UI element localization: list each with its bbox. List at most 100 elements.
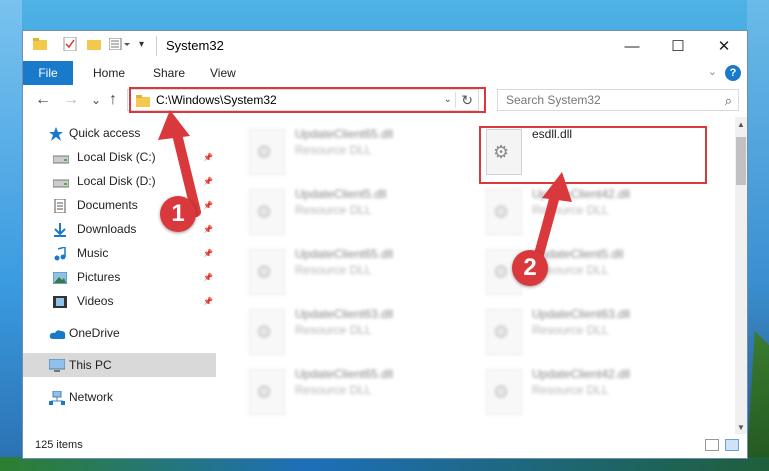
sidebar-item-onedrive[interactable]: OneDrive — [23, 321, 216, 345]
file-explorer-window: ▾ System32 — ☐ ✕ File Home Share View ⌄ … — [22, 30, 748, 459]
sidebar-item-pictures[interactable]: Pictures 📌 — [23, 265, 216, 289]
close-button[interactable]: ✕ — [701, 31, 747, 61]
maximize-button[interactable]: ☐ — [655, 31, 701, 61]
tab-share[interactable]: Share — [153, 66, 185, 80]
sidebar-item-local-disk-c[interactable]: Local Disk (C:) 📌 — [23, 145, 216, 169]
item-count: 125 items — [35, 439, 83, 451]
sidebar-item-label: Downloads — [77, 222, 137, 236]
minimize-button[interactable]: — — [609, 31, 655, 61]
pictures-icon — [52, 271, 68, 285]
folder-icon — [33, 37, 47, 55]
sidebar-item-label: Pictures — [77, 270, 121, 284]
sidebar-item-label: Quick access — [69, 126, 141, 140]
sidebar-item-label: Videos — [77, 294, 114, 308]
recent-locations-button[interactable]: ⌄ — [91, 93, 101, 107]
file-type: Resource DLL — [295, 143, 372, 157]
dll-file-icon: ⚙ — [486, 189, 522, 235]
pin-icon: 📌 — [203, 296, 213, 306]
window-title: System32 — [166, 38, 224, 53]
file-item[interactable]: ⚙ UpdateClient65.dll Resource DLL — [249, 365, 469, 423]
gear-icon: ⚙ — [256, 382, 273, 402]
status-bar: 125 items — [23, 434, 747, 458]
gear-icon: ⚙ — [256, 322, 273, 342]
dll-file-icon: ⚙ — [249, 249, 285, 295]
pin-icon: 📌 — [203, 176, 213, 186]
gear-icon: ⚙ — [256, 142, 273, 162]
new-folder-icon[interactable] — [87, 37, 101, 55]
gear-icon: ⚙ — [493, 262, 510, 282]
scroll-up-icon[interactable]: ▲ — [735, 117, 747, 131]
file-name: UpdateClient5.dll — [295, 187, 387, 201]
dll-file-icon: ⚙ — [486, 369, 522, 415]
sidebar-item-music[interactable]: Music 📌 — [23, 241, 216, 265]
sidebar-item-label: This PC — [69, 358, 112, 372]
sidebar-item-quick-access[interactable]: Quick access — [23, 121, 216, 145]
file-type: Resource DLL — [532, 203, 609, 217]
file-item[interactable]: ⚙ UpdateClient63.dll Resource DLL — [249, 305, 469, 363]
vertical-scrollbar[interactable]: ▲ ▼ — [735, 117, 747, 434]
tab-home[interactable]: Home — [93, 66, 125, 80]
file-item[interactable]: ⚙ UpdateClient5.dll Resource DLL — [249, 185, 469, 243]
up-button[interactable]: ↑ — [109, 91, 117, 109]
file-item[interactable]: ⚙ UpdateClient42.dll Resource DLL — [486, 365, 706, 423]
gear-icon: ⚙ — [493, 382, 510, 402]
sidebar-item-local-disk-d[interactable]: Local Disk (D:) 📌 — [23, 169, 216, 193]
dll-file-icon: ⚙ — [249, 189, 285, 235]
pin-icon: 📌 — [203, 224, 213, 234]
scroll-down-icon[interactable]: ▼ — [735, 420, 747, 434]
file-item[interactable]: ⚙ UpdateClient42.dll Resource DLL — [486, 185, 706, 243]
sidebar-item-network[interactable]: Network — [23, 385, 216, 409]
sidebar-item-label: Network — [69, 390, 114, 404]
address-bar-highlight — [129, 87, 486, 113]
file-name: UpdateClient65.dll — [295, 127, 394, 141]
dll-file-icon: ⚙ — [249, 369, 285, 415]
drive-icon — [52, 175, 70, 188]
title-divider — [156, 36, 157, 56]
file-name: UpdateClient63.dll — [532, 307, 631, 321]
computer-icon — [48, 358, 66, 372]
step-2-marker: 2 — [512, 250, 548, 286]
videos-icon — [53, 295, 67, 308]
search-placeholder: Search System32 — [506, 93, 601, 107]
tab-view[interactable]: View — [210, 66, 236, 80]
file-name: UpdateClient42.dll — [532, 367, 631, 381]
sidebar-item-label: Local Disk (D:) — [77, 174, 156, 188]
sidebar-item-label: OneDrive — [69, 326, 120, 340]
desktop-background-bottom — [0, 457, 769, 471]
file-name: UpdateClient42.dll — [532, 187, 631, 201]
expand-ribbon-chevron-icon[interactable]: ⌄ — [708, 65, 717, 78]
star-icon — [49, 127, 63, 141]
file-item[interactable]: ⚙ UpdateClient65.dll Resource DLL — [249, 245, 469, 303]
dll-file-icon: ⚙ — [249, 129, 285, 175]
file-item[interactable]: ⚙ UpdateClient63.dll Resource DLL — [486, 305, 706, 363]
sidebar-item-this-pc[interactable]: This PC — [23, 353, 216, 377]
details-view-icon[interactable] — [705, 439, 719, 451]
pin-icon: 📌 — [203, 272, 213, 282]
pin-icon: 📌 — [203, 200, 213, 210]
file-item[interactable]: ⚙ UpdateClient65.dll Resource DLL — [249, 125, 469, 183]
drive-icon — [52, 151, 70, 164]
scroll-thumb[interactable] — [736, 137, 746, 185]
tab-file[interactable]: File — [23, 61, 73, 85]
quick-access-dropdown-icon[interactable]: ▾ — [139, 39, 144, 50]
documents-icon — [53, 198, 67, 214]
ribbon: File Home Share View ⌄ ? — [23, 61, 747, 86]
search-input[interactable]: Search System32 ⌕ — [497, 89, 739, 111]
desktop-background-left — [0, 0, 22, 471]
large-icons-view-icon[interactable] — [725, 439, 739, 451]
properties-icon[interactable] — [63, 36, 77, 56]
navigation-pane: Quick access Local Disk (C:) 📌 Local Disk (… — [23, 121, 216, 431]
file-name: UpdateClient65.dll — [295, 367, 394, 381]
forward-button[interactable]: → — [63, 91, 79, 109]
network-icon — [49, 390, 65, 405]
pin-icon: 📌 — [203, 152, 213, 162]
title-bar: ▾ System32 — ☐ ✕ — [23, 31, 747, 61]
file-type: Resource DLL — [532, 323, 609, 337]
back-button[interactable]: ← — [35, 91, 51, 109]
customize-toolbar-icon[interactable] — [108, 37, 131, 55]
sidebar-item-videos[interactable]: Videos 📌 — [23, 289, 216, 313]
help-button[interactable]: ? — [725, 65, 741, 81]
music-icon — [53, 246, 67, 261]
esdll-file-highlight — [479, 126, 707, 184]
file-type: Resource DLL — [295, 323, 372, 337]
